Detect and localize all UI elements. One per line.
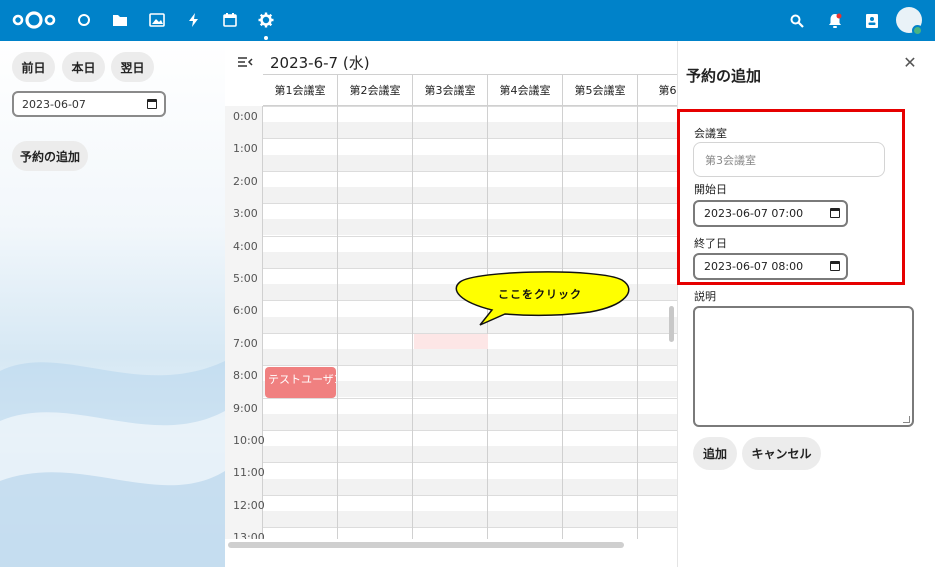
half-hour-row[interactable] bbox=[263, 446, 677, 463]
notifications-icon[interactable] bbox=[824, 10, 846, 32]
add-reservation-button[interactable]: 予約の追加 bbox=[12, 141, 88, 171]
room-header: 第6 bbox=[638, 74, 677, 106]
time-label: 1:00 bbox=[233, 142, 258, 156]
half-hour-row[interactable] bbox=[263, 122, 677, 139]
calendar-picker-icon[interactable] bbox=[147, 99, 157, 109]
close-icon[interactable]: ✕ bbox=[903, 55, 917, 71]
time-label: 7:00 bbox=[233, 336, 258, 350]
add-button[interactable]: 追加 bbox=[693, 437, 737, 470]
room-header: 第3会議室 bbox=[413, 74, 488, 106]
hour-divider bbox=[263, 106, 677, 107]
half-hour-row[interactable] bbox=[263, 219, 677, 236]
hour-divider bbox=[263, 268, 677, 269]
hour-divider bbox=[263, 203, 677, 205]
date-picker-value: 2023-06-07 bbox=[22, 97, 86, 111]
time-label: 11:00 bbox=[233, 466, 265, 480]
callout-text: ここをクリック bbox=[498, 288, 582, 301]
activity-icon[interactable] bbox=[184, 10, 204, 30]
vertical-scrollbar[interactable] bbox=[669, 306, 674, 342]
time-label: 3:00 bbox=[233, 207, 258, 221]
half-hour-row[interactable] bbox=[263, 187, 677, 203]
time-label: 10:00 bbox=[233, 434, 265, 447]
description-textarea[interactable] bbox=[693, 306, 914, 427]
time-label: 5:00 bbox=[233, 272, 258, 285]
time-label: 0:00 bbox=[233, 110, 258, 123]
next-day-button[interactable]: 翌日 bbox=[111, 52, 154, 82]
time-label: 9:00 bbox=[233, 401, 258, 415]
settings-app-icon[interactable] bbox=[256, 10, 276, 30]
half-hour-row[interactable] bbox=[263, 251, 677, 268]
panel-title: 予約の追加 bbox=[686, 67, 762, 85]
half-hour-row[interactable] bbox=[263, 349, 677, 365]
sidebar: 前日 本日 翌日 2023-06-07 予約の追加 bbox=[0, 41, 225, 567]
files-icon[interactable] bbox=[110, 10, 130, 30]
page-title: 2023-6-7 (水) bbox=[270, 54, 370, 72]
column-divider bbox=[337, 106, 338, 539]
cancel-button[interactable]: キャンセル bbox=[742, 437, 821, 470]
photos-icon[interactable] bbox=[147, 10, 167, 30]
column-divider bbox=[637, 106, 638, 539]
annotation-highlight-box bbox=[677, 109, 905, 285]
room-header: 第1会議室 bbox=[263, 74, 338, 106]
time-label: 2:00 bbox=[233, 174, 258, 188]
hour-divider bbox=[263, 462, 677, 464]
hour-divider bbox=[263, 527, 677, 529]
time-label: 4:00 bbox=[233, 239, 258, 253]
nextcloud-logo[interactable] bbox=[12, 10, 56, 30]
sidebar-background-wave bbox=[0, 361, 225, 567]
active-app-indicator bbox=[264, 36, 268, 40]
half-hour-row[interactable] bbox=[263, 413, 677, 430]
contacts-icon[interactable] bbox=[861, 10, 883, 32]
time-label: 8:00 bbox=[233, 369, 258, 383]
column-divider bbox=[412, 106, 413, 539]
click-here-callout bbox=[455, 271, 630, 326]
time-label: 12:00 bbox=[233, 498, 265, 512]
date-picker-input[interactable]: 2023-06-07 bbox=[12, 91, 166, 117]
half-hour-row[interactable] bbox=[263, 478, 677, 495]
time-label: 13:00 bbox=[233, 531, 265, 539]
top-bar bbox=[0, 0, 935, 41]
status-badge bbox=[912, 25, 923, 36]
room-header: 第4会議室 bbox=[488, 74, 563, 106]
resize-grip-icon[interactable] bbox=[903, 416, 910, 423]
hour-divider bbox=[263, 170, 677, 172]
prev-day-button[interactable]: 前日 bbox=[12, 52, 55, 82]
description-label: 説明 bbox=[694, 290, 716, 303]
time-label: 6:00 bbox=[233, 304, 258, 318]
today-button[interactable]: 本日 bbox=[62, 52, 105, 82]
half-hour-row[interactable] bbox=[263, 511, 677, 527]
dashboard-icon[interactable] bbox=[74, 10, 94, 30]
hour-divider bbox=[263, 235, 677, 237]
hour-divider bbox=[263, 494, 677, 496]
hour-divider bbox=[263, 430, 677, 431]
horizontal-scrollbar[interactable] bbox=[228, 542, 624, 548]
room-header: 第2会議室 bbox=[338, 74, 413, 106]
reservation-event[interactable]: テストユーザ1 bbox=[265, 367, 336, 398]
search-icon[interactable] bbox=[786, 10, 808, 32]
room-header: 第5会議室 bbox=[563, 74, 638, 106]
hour-divider bbox=[263, 138, 677, 140]
calendar-icon[interactable] bbox=[220, 10, 240, 30]
half-hour-row[interactable] bbox=[263, 154, 677, 171]
menu-collapse-icon[interactable] bbox=[237, 55, 253, 69]
